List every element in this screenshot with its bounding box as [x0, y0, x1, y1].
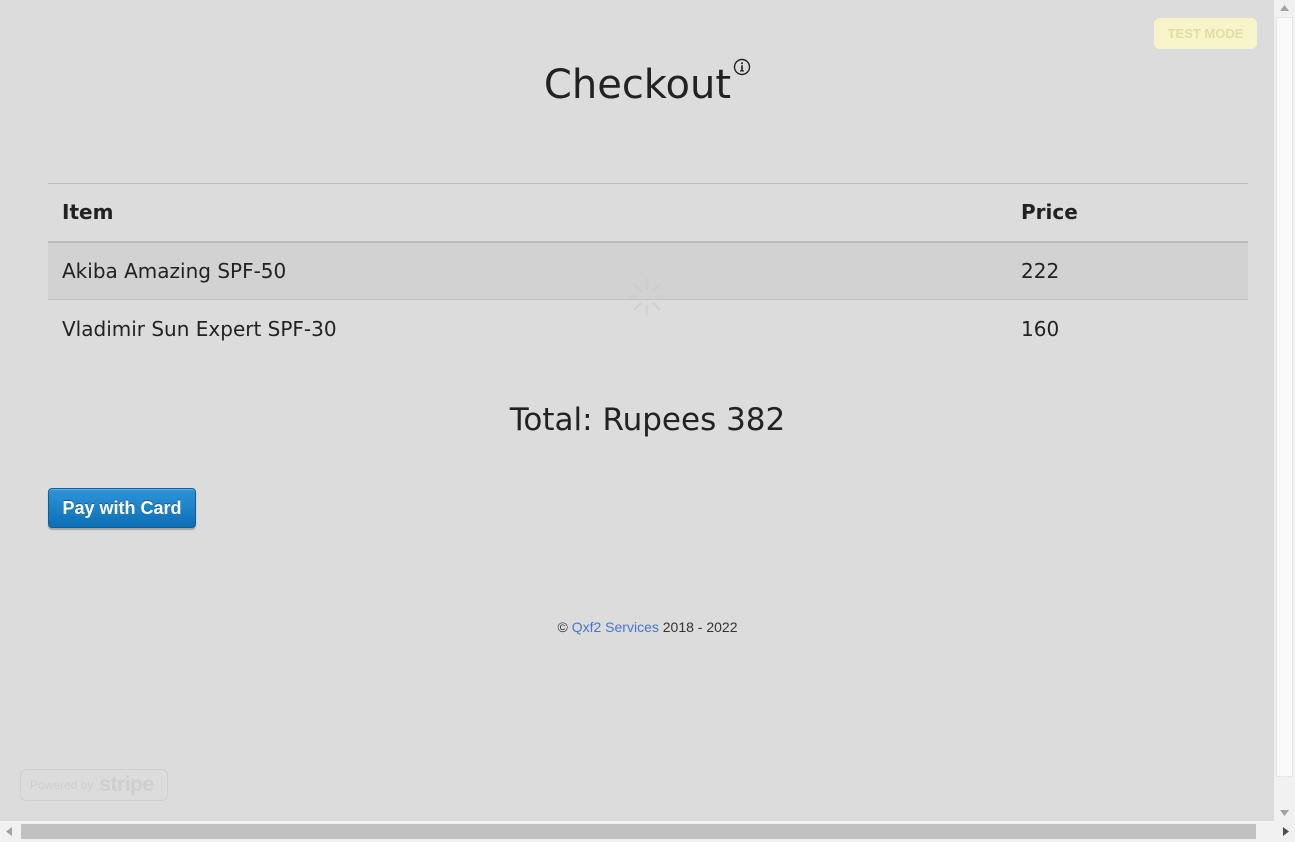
item-price-cell: 222: [1021, 258, 1060, 283]
item-name-cell: Vladimir Sun Expert SPF-30: [62, 316, 337, 341]
pay-with-card-button[interactable]: Pay with Card: [48, 488, 196, 528]
table-header-row: Item Price: [48, 183, 1248, 242]
info-icon[interactable]: [733, 58, 751, 76]
powered-by-label: Powered by: [30, 778, 94, 792]
scroll-left-arrow-icon[interactable]: [5, 826, 13, 837]
scroll-down-arrow-icon[interactable]: [1279, 809, 1290, 817]
cart-table: Item Price Akiba Amazing SPF-50 222 Vlad…: [48, 183, 1248, 358]
stripe-logo: stripe: [99, 773, 154, 796]
loading-spinner-icon: [628, 278, 666, 316]
item-price-cell: 160: [1021, 316, 1060, 341]
item-name-cell: Akiba Amazing SPF-50: [62, 258, 287, 283]
vertical-scrollbar[interactable]: [1274, 0, 1295, 821]
test-mode-badge: TEST MODE: [1154, 18, 1257, 49]
price-column-header: Price: [1021, 200, 1078, 225]
vertical-scrollbar-thumb[interactable]: [1276, 17, 1293, 777]
copyright-symbol: ©: [557, 619, 568, 635]
powered-by-stripe-badge[interactable]: Powered by stripe: [20, 769, 168, 801]
horizontal-scrollbar-thumb[interactable]: [21, 824, 1256, 839]
order-total: Total: Rupees 382: [509, 402, 786, 438]
item-column-header: Item: [62, 200, 114, 225]
copyright-years: 2018 - 2022: [662, 619, 738, 635]
horizontal-scrollbar[interactable]: [0, 821, 1295, 842]
scroll-up-arrow-icon[interactable]: [1279, 4, 1290, 12]
page-title: Checkout: [0, 58, 1274, 108]
company-link[interactable]: Qxf2 Services: [572, 619, 659, 635]
scroll-right-arrow-icon[interactable]: [1282, 826, 1290, 837]
page-viewport: TEST MODE Checkout Item Price Akiba Amaz…: [0, 0, 1274, 821]
page-title-text: Checkout: [543, 62, 732, 108]
footer: © Qxf2 Services 2018 - 2022: [0, 619, 1274, 635]
